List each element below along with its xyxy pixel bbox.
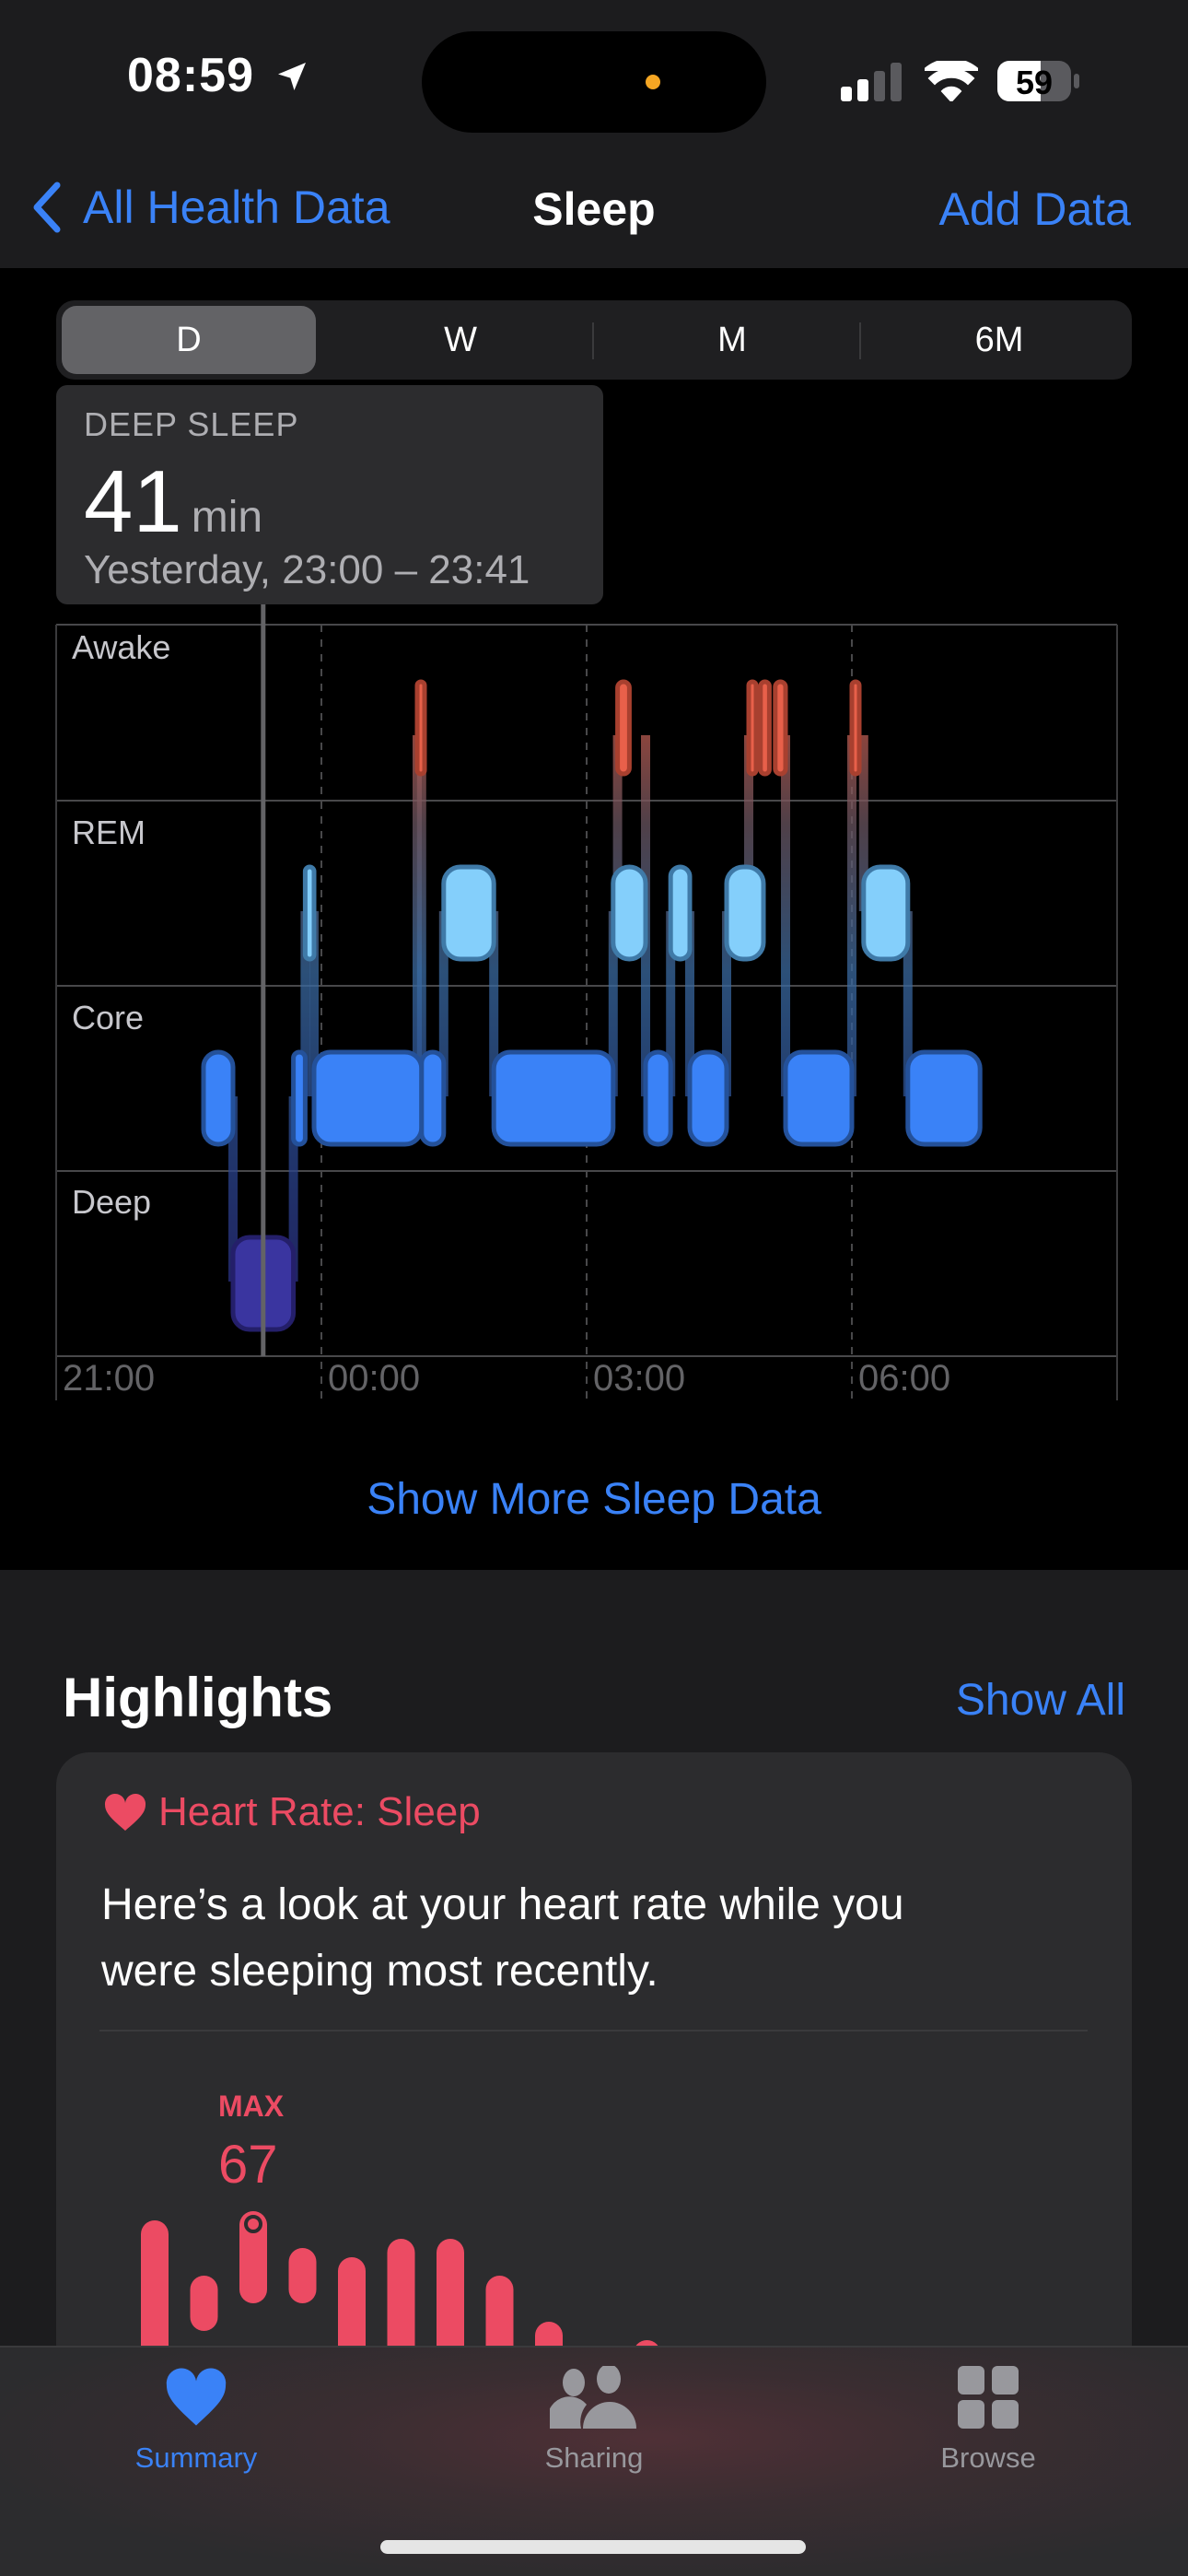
x-tick-label: 06:00 [858, 1358, 951, 1399]
tab-browse[interactable]: Browse [850, 2366, 1126, 2475]
heart-rate-bar [239, 2211, 267, 2303]
sleep-segment-core [783, 1049, 855, 1147]
tab-summary[interactable]: Summary [58, 2366, 334, 2475]
highlights-title: Highlights [63, 1667, 333, 1728]
sleep-segment-core [491, 1049, 616, 1147]
sleep-segment-rem [302, 864, 317, 962]
stage-label-core: Core [72, 999, 145, 1036]
heart-rate-bar [141, 2220, 169, 2349]
heart-rate-bar [338, 2257, 366, 2349]
max-label: MAX [218, 2090, 285, 2123]
heart-icon [166, 2368, 227, 2426]
sleep-segment-rem [724, 864, 766, 962]
tab-sharing[interactable]: Sharing [456, 2366, 732, 2475]
grid-icon [958, 2366, 1019, 2429]
x-tick-label: 00:00 [328, 1358, 421, 1399]
heart-rate-chart [141, 2211, 660, 2349]
sleep-segment-core [643, 1049, 673, 1147]
sleep-segment-core [201, 1049, 236, 1147]
sleep-segment-awake [758, 679, 772, 777]
stage-transition [847, 735, 856, 1096]
stage-label-deep: Deep [72, 1183, 152, 1221]
sleep-segment-awake [746, 679, 759, 777]
home-indicator [380, 2540, 806, 2554]
heart-rate-bar [387, 2239, 415, 2349]
people-icon [550, 2366, 636, 2429]
x-tick-label: 03:00 [593, 1358, 686, 1399]
sleep-segment-rem [668, 864, 693, 962]
sleep-segment-awake [414, 679, 427, 777]
sleep-segment-core [687, 1049, 729, 1147]
tab-label: Browse [940, 2441, 1036, 2474]
divider [99, 2030, 1088, 2032]
heart-rate-bar [190, 2276, 218, 2331]
heart-rate-bar [437, 2239, 464, 2349]
stage-transition [416, 735, 426, 1096]
stage-label-awake: Awake [72, 628, 171, 666]
card-description-line: Here’s a look at your heart rate while y… [101, 1880, 904, 1929]
card-title-text: Heart Rate: Sleep [158, 1789, 481, 1834]
sleep-stages-chart[interactable] [0, 0, 1188, 1419]
sleep-segment-awake [849, 679, 862, 777]
stage-transition [781, 735, 790, 1096]
heart-icon [104, 1793, 146, 1831]
sleep-segment-core [419, 1049, 447, 1147]
heart-rate-bar [288, 2248, 317, 2303]
card-title: Heart Rate: Sleep [103, 1789, 481, 1835]
show-all-button[interactable]: Show All [956, 1675, 1125, 1726]
sleep-segment-rem [611, 864, 648, 962]
sleep-segment-awake [615, 679, 632, 777]
sleep-segment-core [311, 1049, 425, 1147]
sleep-segment-core [905, 1049, 983, 1147]
sleep-segment-awake [773, 679, 788, 777]
sleep-segment-rem [861, 864, 911, 962]
tab-label: Sharing [544, 2441, 644, 2474]
card-description-line: were sleeping most recently. [101, 1947, 658, 1996]
show-more-sleep-data-button[interactable]: Show More Sleep Data [0, 1474, 1188, 1525]
sleep-segment-core [291, 1049, 308, 1147]
x-tick-label: 21:00 [63, 1358, 156, 1399]
tab-label: Summary [134, 2441, 258, 2474]
sleep-segment-rem [441, 864, 496, 962]
max-value: 67 [218, 2135, 278, 2195]
heart-rate-bar [485, 2276, 514, 2349]
stage-label-rem: REM [72, 814, 146, 851]
